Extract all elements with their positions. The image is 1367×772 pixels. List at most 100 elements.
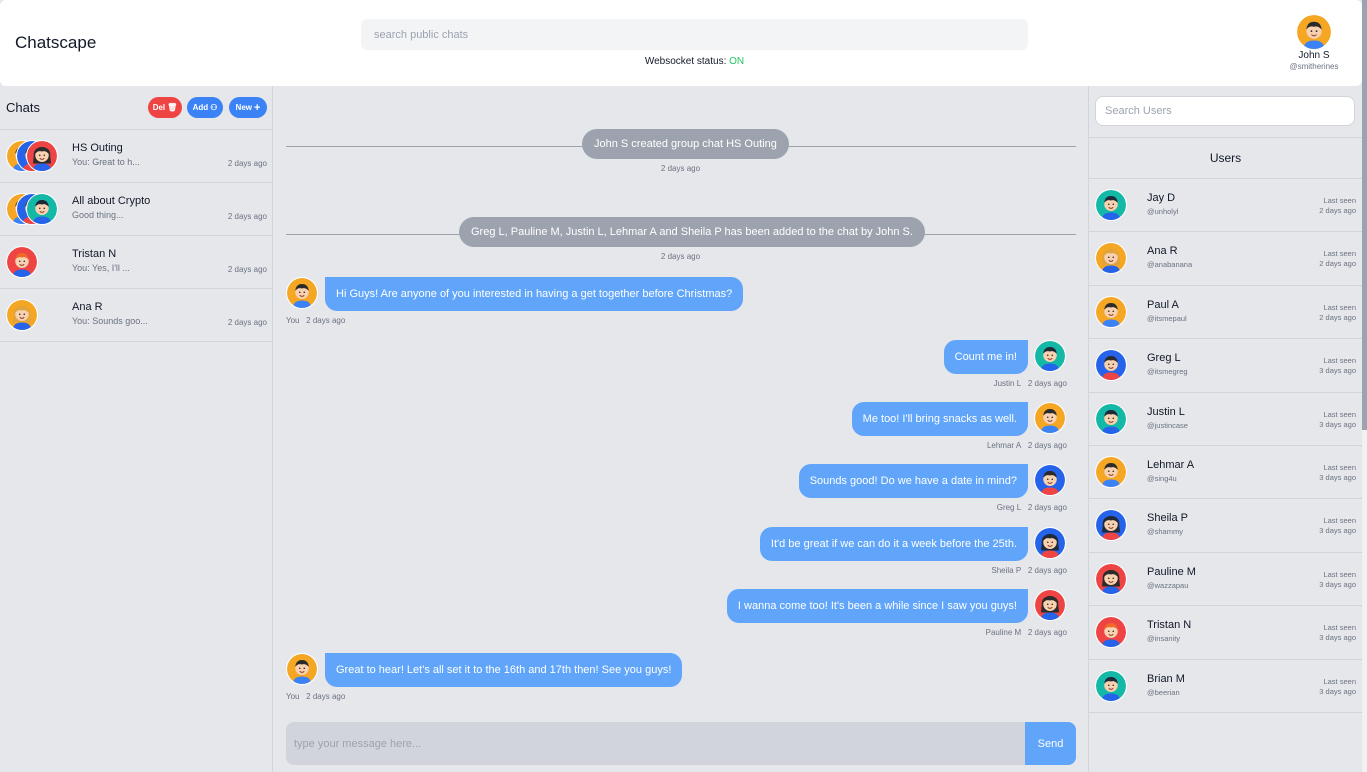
user-list-item[interactable]: Greg L @itsmegreg Last seen 3 days ago [1089,339,1362,393]
last-seen-label: Last seen [1323,356,1356,366]
chat-list-item[interactable]: Tristan N You: Yes, I'll ... 2 days ago [0,236,272,289]
user-handle: @anabanana [1147,260,1193,270]
last-seen-label: Last seen [1323,462,1356,472]
avatar [286,277,318,309]
user-list-item[interactable]: Tristan N @insanity Last seen 3 days ago [1089,606,1362,660]
message-time: 2 days ago [1027,628,1067,637]
chat-time: 2 days ago [227,318,267,327]
user-name: Greg L [1147,352,1181,365]
last-seen-label: Last seen [1323,623,1356,633]
chat-list-item[interactable]: HS Outing You: Great to h... 2 days ago [0,130,272,183]
user-list-item[interactable]: Paul A @itsmepaul Last seen 2 days ago [1089,286,1362,340]
avatar [1095,616,1127,649]
system-message-text: Greg L, Pauline M, Justin L, Lehmar A an… [459,217,925,247]
user-handle: @itsmegreg [1147,367,1188,377]
current-user-avatar[interactable] [1296,14,1332,50]
message-sender: You [286,692,300,701]
last-seen-time: 3 days ago [1319,579,1356,589]
avatar [1034,402,1066,434]
avatar [6,246,38,278]
system-message: John S created group chat HS Outing [286,129,1076,159]
message-input[interactable] [286,722,1025,765]
last-seen-time: 3 days ago [1319,472,1356,482]
current-user-profile[interactable]: John S @smitherines [1284,14,1344,71]
chat-time: 2 days ago [227,265,267,274]
user-name: Justin L [1147,405,1185,418]
send-button[interactable]: Send [1025,722,1076,765]
last-seen-time: 3 days ago [1319,526,1356,536]
avatar [26,140,58,172]
public-chat-search-input[interactable] [361,19,1028,50]
message-meta: Greg L 2 days ago [997,503,1067,512]
user-last-seen: Last seen 3 days ago [1319,677,1356,697]
message-sender: Sheila P [991,566,1022,575]
last-seen-time: 3 days ago [1319,366,1356,376]
user-list-item[interactable]: Lehmar A @sing4u Last seen 3 days ago [1089,446,1362,500]
message-meta: You 2 days ago [286,316,345,325]
delete-chat-button[interactable]: Del 🗑︎ [148,97,182,118]
add-user-icon: ⚇ [210,103,218,112]
current-user-name: John S [1298,50,1330,61]
user-list-item[interactable]: Jay D @unholyl Last seen 2 days ago [1089,179,1362,233]
websocket-status-label: Websocket status: [644,56,727,67]
last-seen-time: 3 days ago [1319,686,1356,696]
user-list-item[interactable]: Justin L @justincase Last seen 3 days ag… [1089,393,1362,446]
users-title: Users [1089,137,1362,179]
avatar [1095,455,1127,488]
user-handle: @beerian [1147,687,1180,697]
new-chat-button[interactable]: New + [229,97,267,118]
message-meta: Sheila P 2 days ago [991,566,1067,575]
user-list-item[interactable]: Brian M @beerian Last seen 3 days ago [1089,660,1362,713]
new-label: New [235,103,252,112]
message-bubble: Me too! I'll bring snacks as well. [851,402,1028,436]
user-handle: @itsmepaul [1147,313,1187,323]
user-name: Paul A [1147,298,1179,311]
user-handle: @insanity [1147,634,1181,644]
last-seen-time: 2 days ago [1319,312,1356,322]
add-member-button[interactable]: Add ⚇ [187,97,223,118]
system-message-time: 2 days ago [660,164,701,173]
message-bubble: Sounds good! Do we have a date in mind? [798,464,1028,498]
user-list: Jay D @unholyl Last seen 2 days ago Ana … [1089,179,1362,713]
user-last-seen: Last seen 3 days ago [1319,570,1356,590]
last-seen-time: 3 days ago [1319,633,1356,643]
chat-list: HS Outing You: Great to h... 2 days ago … [0,130,272,342]
last-seen-time: 2 days ago [1319,259,1356,269]
system-message-text: John S created group chat HS Outing [582,129,789,159]
user-list-item[interactable]: Sheila P @shammy Last seen 3 days ago [1089,499,1362,553]
chat-avatar-stack [6,299,66,331]
message-bubble: Hi Guys! Are anyone of you interested in… [325,277,744,311]
message-meta: Lehmar A 2 days ago [987,441,1067,450]
avatar [1095,349,1127,382]
last-seen-time: 3 days ago [1319,419,1356,429]
avatar [1034,589,1066,621]
chat-name: Ana R [72,301,103,313]
user-search-input[interactable] [1095,96,1355,126]
message-bubble: Great to hear! Let's all set it to the 1… [325,653,683,687]
message-time: 2 days ago [306,692,346,701]
last-seen-label: Last seen [1323,249,1356,259]
chat-list-item[interactable]: All about Crypto Good thing... 2 days ag… [0,183,272,236]
user-last-seen: Last seen 3 days ago [1319,623,1356,643]
avatar [1095,669,1127,702]
user-last-seen: Last seen 3 days ago [1319,356,1356,376]
message-sender: Greg L [996,503,1022,512]
scrollbar-thumb[interactable] [1362,0,1367,430]
user-list-item[interactable]: Pauline M @wazzapau Last seen 3 days ago [1089,553,1362,607]
user-handle: @wazzapau [1147,580,1189,590]
message-sender: You [286,316,300,325]
delete-label: Del [152,103,166,112]
page-scrollbar[interactable] [1362,0,1367,772]
chat-list-item[interactable]: Ana R You: Sounds goo... 2 days ago [0,289,272,342]
user-list-item[interactable]: Ana R @anabanana Last seen 2 days ago [1089,232,1362,286]
user-last-seen: Last seen 2 days ago [1319,303,1356,323]
message-meta: Pauline M 2 days ago [986,628,1067,637]
message-time: 2 days ago [1027,379,1067,388]
user-name: Pauline M [1147,565,1196,578]
user-handle: @shammy [1147,527,1183,537]
plus-icon: + [254,101,261,114]
avatar [1034,340,1066,372]
user-last-seen: Last seen 2 days ago [1319,196,1356,216]
avatar [1034,464,1066,496]
message-sender: Lehmar A [986,441,1022,450]
